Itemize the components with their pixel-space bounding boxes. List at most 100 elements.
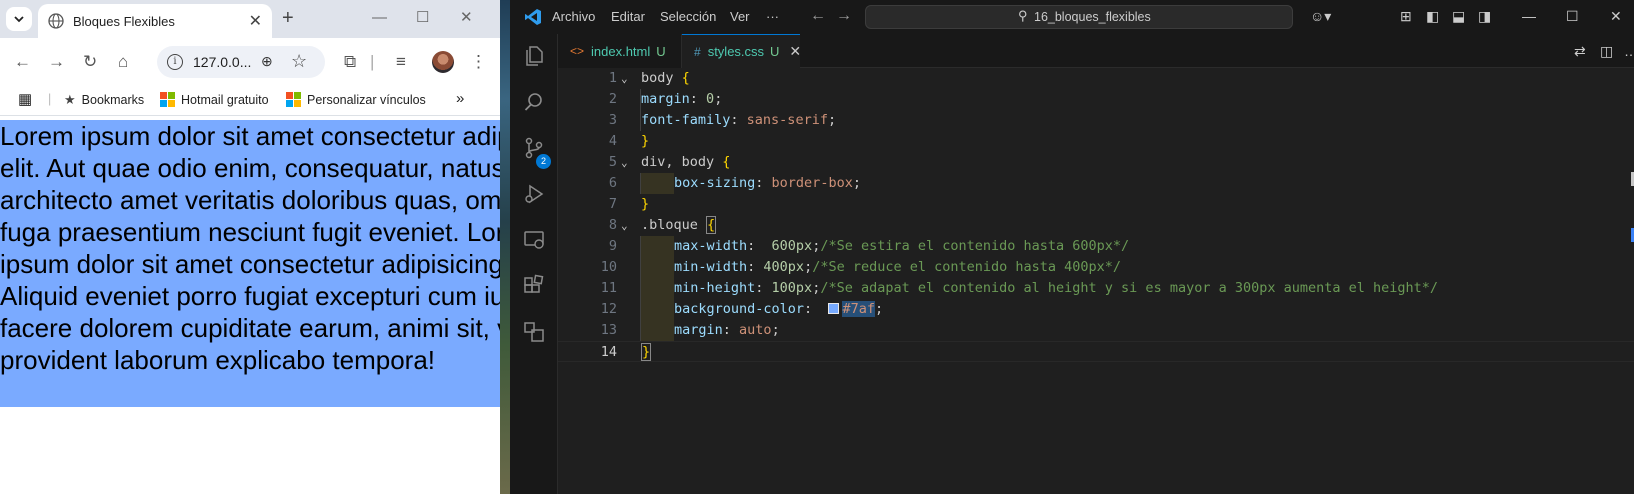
- tab-styles-css[interactable]: # styles.css U ✕: [682, 34, 801, 68]
- lorem-paragraph: Lorem ipsum dolor sit amet consectetur a…: [0, 121, 500, 375]
- code-token: :: [747, 238, 772, 254]
- bookmark-hotmail[interactable]: Hotmail gratuito: [160, 92, 269, 107]
- menu-more[interactable]: ···: [766, 9, 779, 24]
- code-editor[interactable]: 1 ⌄ body {2 margin: 0; 3 font-family: sans-se…: [558, 68, 1634, 494]
- menu-kebab-icon[interactable]: ⋮: [470, 52, 487, 72]
- fold-chevron-icon[interactable]: ⌄: [621, 215, 633, 236]
- code-token: 0: [706, 91, 715, 107]
- code-text: margin: auto;: [641, 320, 780, 341]
- tab-index-html[interactable]: <> index.html U: [558, 34, 682, 68]
- fold-chevron-icon[interactable]: ⌄: [621, 152, 633, 173]
- code-line[interactable]: 6 box-sizing: border-box;: [558, 173, 1634, 194]
- toggle-panel-icon[interactable]: ⬓: [1452, 8, 1465, 25]
- new-tab-button[interactable]: +: [282, 8, 294, 28]
- maximize-icon[interactable]: ☐: [416, 9, 429, 27]
- code-token: :: [722, 322, 740, 338]
- indent-guide: [641, 173, 674, 194]
- run-debug-icon[interactable]: [522, 182, 546, 206]
- back-icon[interactable]: ←: [14, 52, 31, 72]
- code-token: :: [747, 259, 764, 275]
- maximize-icon[interactable]: ☐: [1566, 8, 1579, 25]
- forward-icon[interactable]: →: [48, 52, 65, 72]
- code-text: min-width: 400px;/*Se reduce el contenid…: [641, 257, 1121, 278]
- fold-chevron-icon[interactable]: ⌄: [621, 68, 633, 89]
- home-icon[interactable]: ⌂: [118, 52, 128, 72]
- apps-grid-icon[interactable]: ▦: [18, 90, 32, 108]
- code-line[interactable]: 9 max-width: 600px;/*Se estira el conteni…: [558, 236, 1634, 257]
- close-tab-icon[interactable]: ✕: [249, 11, 262, 31]
- code-line[interactable]: 13 margin: auto;: [558, 320, 1634, 341]
- minimize-icon[interactable]: —: [372, 9, 387, 27]
- bookmark-personalizar[interactable]: Personalizar vínculos: [286, 92, 426, 107]
- copilot-icon[interactable]: ☺▾: [1310, 8, 1331, 25]
- code-line[interactable]: 1 ⌄ body {: [558, 68, 1634, 89]
- compare-changes-icon[interactable]: ⇄: [1574, 43, 1586, 60]
- testing-icon[interactable]: [522, 320, 546, 344]
- explorer-icon[interactable]: [522, 44, 546, 68]
- menu-ver[interactable]: Ver: [730, 9, 750, 24]
- code-text: div, body {: [641, 152, 730, 173]
- code-line[interactable]: 10 min-width: 400px;/*Se reduce el conten…: [558, 257, 1634, 278]
- customize-layout-icon[interactable]: ⊞: [1400, 8, 1412, 25]
- menu-seleccion[interactable]: Selección: [660, 9, 716, 24]
- line-number: 11: [600, 280, 617, 296]
- tab-search-button[interactable]: [6, 7, 32, 31]
- zoom-icon[interactable]: ⊕: [261, 53, 273, 70]
- activity-bar: 2: [510, 34, 558, 494]
- vscode-window: Archivo Editar Selección Ver ··· ← → ⚲ 1…: [510, 0, 1634, 494]
- address-bar[interactable]: i 127.0.0... ⊕ ☆: [157, 46, 325, 78]
- search-icon[interactable]: [522, 90, 546, 114]
- code-line[interactable]: 14}: [558, 341, 1634, 362]
- menu-editar[interactable]: Editar: [611, 9, 645, 24]
- code-token: /*Se estira el contenido hasta 600px*/: [820, 238, 1130, 254]
- code-token: body: [641, 70, 682, 86]
- toggle-sidebar-icon[interactable]: ◧: [1426, 8, 1439, 25]
- code-token: 100px: [771, 280, 813, 296]
- forward-icon[interactable]: →: [836, 7, 852, 25]
- code-text: }: [641, 194, 649, 215]
- remote-explorer-icon[interactable]: [522, 228, 546, 252]
- code-token: margin: [674, 322, 723, 338]
- code-line[interactable]: 12 background-color: #7af;: [558, 299, 1634, 320]
- line-number: 6: [608, 175, 617, 191]
- more-actions-icon[interactable]: …: [1624, 43, 1634, 59]
- more-bookmarks-icon[interactable]: »: [456, 90, 464, 107]
- extensions-icon[interactable]: [522, 274, 546, 298]
- close-window-icon[interactable]: ✕: [460, 9, 473, 27]
- indent-guide: [640, 257, 641, 278]
- split-editor-icon[interactable]: ◫: [1600, 43, 1613, 60]
- code-token: sans-serif: [746, 112, 828, 128]
- vscode-titlebar: Archivo Editar Selección Ver ··· ← → ⚲ 1…: [510, 0, 1634, 34]
- code-line[interactable]: 7}: [558, 194, 1634, 215]
- color-swatch[interactable]: [828, 303, 840, 314]
- close-tab-icon[interactable]: ✕: [789, 43, 801, 60]
- line-number: 3: [608, 112, 617, 128]
- tab-label: styles.css: [707, 44, 765, 59]
- code-token: border-box: [771, 175, 853, 191]
- site-info-icon[interactable]: i: [167, 54, 183, 70]
- close-window-icon[interactable]: ✕: [1610, 8, 1622, 25]
- back-icon[interactable]: ←: [810, 7, 826, 25]
- extensions-icon[interactable]: ⧉: [344, 52, 356, 72]
- code-line[interactable]: 4}: [558, 131, 1634, 152]
- bookmark-bookmarks[interactable]: ★ Bookmarks: [64, 92, 144, 108]
- media-controls-icon[interactable]: ≡: [396, 52, 406, 72]
- toggle-secondary-sidebar-icon[interactable]: ◨: [1478, 8, 1491, 25]
- reload-icon[interactable]: ↻: [83, 52, 97, 72]
- command-center-search[interactable]: ⚲ 16_bloques_flexibles: [865, 5, 1293, 29]
- code-line[interactable]: 3 font-family: sans-serif;: [558, 110, 1634, 131]
- code-line[interactable]: 11 min-height: 100px;/*Se adapat el conte…: [558, 278, 1634, 299]
- browser-tabstrip: Bloques Flexibles ✕ + — ☐ ✕: [0, 0, 500, 38]
- profile-avatar[interactable]: [432, 51, 454, 73]
- code-line[interactable]: 8 ⌄ .bloque {: [558, 215, 1634, 236]
- minimize-icon[interactable]: —: [1522, 8, 1536, 24]
- code-token: background-color: [674, 301, 805, 317]
- indent-guide: [641, 257, 674, 278]
- code-token: font-family: [641, 112, 731, 128]
- browser-tab-active[interactable]: Bloques Flexibles ✕: [38, 4, 272, 38]
- code-token: }: [641, 196, 650, 212]
- menu-archivo[interactable]: Archivo: [552, 9, 595, 24]
- code-line[interactable]: 2 margin: 0;: [558, 89, 1634, 110]
- code-line[interactable]: 5 ⌄ div, body {: [558, 152, 1634, 173]
- bookmark-star-icon[interactable]: ☆: [291, 51, 307, 72]
